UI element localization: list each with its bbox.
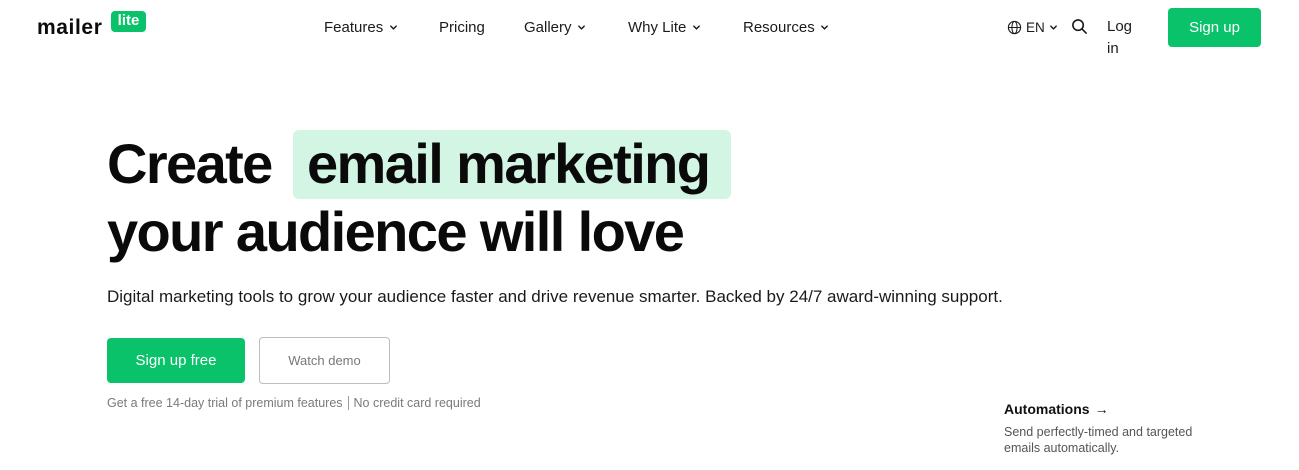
no-card-note: No credit card required: [353, 396, 481, 410]
signup-free-button[interactable]: Sign up free: [107, 338, 245, 383]
nav-item-label: Pricing: [439, 18, 485, 36]
language-label: EN: [1026, 19, 1045, 35]
automations-feature-card[interactable]: Automations → Send perfectly-timed and t…: [1004, 400, 1234, 456]
divider: [347, 396, 349, 410]
nav-item-resources[interactable]: Resources: [743, 16, 830, 38]
globe-icon: [1007, 20, 1022, 35]
nav-item-why-lite[interactable]: Why Lite: [628, 16, 701, 38]
language-selector[interactable]: EN: [1007, 16, 1059, 38]
nav-item-label: Gallery: [524, 18, 572, 36]
nav-item-label: Why Lite: [628, 18, 687, 36]
hero-title-word: Create: [107, 132, 273, 195]
feature-title-text: Automations: [1004, 401, 1090, 417]
chevron-down-icon: [820, 22, 830, 32]
nav-item-label: Resources: [743, 18, 815, 36]
hero-title-line-2: your audience will love: [107, 200, 685, 263]
chevron-down-icon: [388, 22, 398, 32]
chevron-down-icon: [1049, 22, 1059, 32]
trial-note-text: Get a free 14-day trial of premium featu…: [107, 396, 343, 410]
main-nav: Features Pricing Gallery Why Lite Resour…: [0, 16, 1299, 38]
arrow-right-icon: →: [1094, 401, 1109, 417]
signup-button[interactable]: Sign up: [1168, 8, 1261, 47]
trial-note: Get a free 14-day trial of premium featu…: [107, 395, 481, 411]
search-button[interactable]: [1071, 18, 1089, 36]
watch-demo-button[interactable]: Watch demo: [259, 337, 390, 384]
search-icon: [1071, 18, 1089, 35]
nav-item-pricing[interactable]: Pricing: [439, 16, 485, 38]
nav-item-features[interactable]: Features: [324, 16, 398, 38]
nav-item-gallery[interactable]: Gallery: [524, 16, 587, 38]
feature-title[interactable]: Automations →: [1004, 400, 1234, 418]
hero-title-highlight: email marketing: [307, 132, 711, 195]
login-link[interactable]: Log in: [1107, 16, 1132, 57]
nav-item-label: Features: [324, 18, 384, 36]
feature-description: Send perfectly-timed and targeted emails…: [1004, 425, 1193, 455]
hero-subtitle: Digital marketing tools to grow your aud…: [107, 287, 1003, 306]
chevron-down-icon: [577, 22, 587, 32]
chevron-down-icon: [691, 22, 701, 32]
